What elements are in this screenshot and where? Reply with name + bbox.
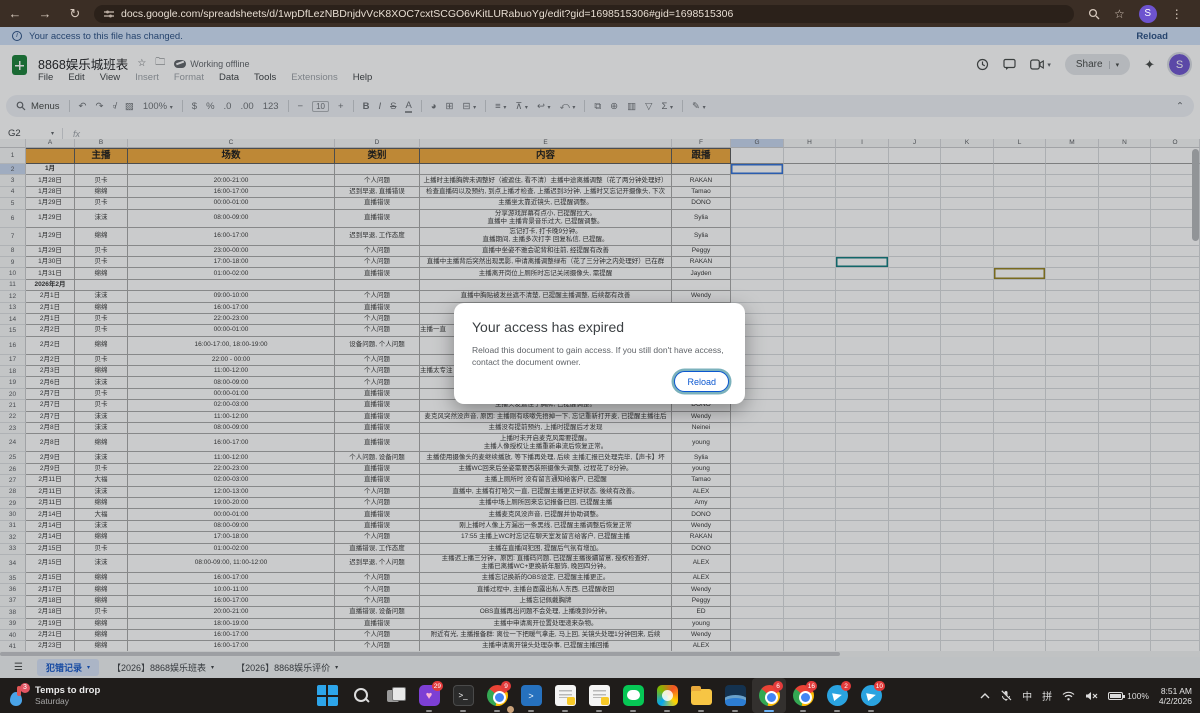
terminal-taskbar-icon[interactable]: >_ bbox=[446, 678, 480, 713]
screen: ← → ↻ docs.google.com/spreadsheets/d/1wp… bbox=[0, 0, 1200, 713]
folder-icon bbox=[691, 689, 712, 705]
zoom-search-icon[interactable] bbox=[1088, 8, 1100, 20]
terminal-icon: >_ bbox=[453, 685, 474, 706]
dialog-reload-button[interactable]: Reload bbox=[674, 371, 729, 392]
start-icon bbox=[317, 685, 338, 706]
bookmark-star-icon[interactable]: ☆ bbox=[1114, 7, 1125, 21]
telegram-taskbar-icon[interactable]: 2 bbox=[820, 678, 854, 713]
battery-indicator[interactable]: 100% bbox=[1108, 691, 1149, 701]
folder-taskbar-icon[interactable] bbox=[684, 678, 718, 713]
running-indicator bbox=[630, 710, 636, 712]
running-indicator bbox=[528, 710, 534, 712]
browser-toolbar: ← → ↻ docs.google.com/spreadsheets/d/1wp… bbox=[0, 0, 1200, 27]
mic-muted-icon[interactable] bbox=[1000, 690, 1012, 702]
powershell-taskbar-icon[interactable]: > bbox=[514, 678, 548, 713]
doc-icon bbox=[589, 685, 610, 706]
dialog-body: Reload this document to gain access. If … bbox=[472, 344, 724, 368]
photos-icon bbox=[725, 685, 746, 706]
battery-percent: 100% bbox=[1127, 691, 1149, 701]
notification-badge: 10 bbox=[874, 681, 885, 691]
weather-headline: Temps to drop bbox=[35, 686, 100, 696]
weather-badge: 3 bbox=[20, 683, 30, 693]
dialog-title: Your access has expired bbox=[472, 319, 727, 335]
running-indicator bbox=[426, 710, 432, 712]
tray-date: 4/2/2026 bbox=[1159, 696, 1192, 706]
doc-taskbar-icon[interactable] bbox=[582, 678, 616, 713]
running-indicator bbox=[764, 710, 774, 712]
chrome-taskbar-icon[interactable]: 9 bbox=[480, 678, 514, 713]
chat-taskbar-icon[interactable]: ♥29 bbox=[412, 678, 446, 713]
tray-chevron-icon[interactable] bbox=[980, 692, 990, 700]
running-indicator bbox=[596, 710, 602, 712]
system-tray: 中 拼 100% 8:51 AM 4/2/2026 bbox=[980, 678, 1192, 713]
ime-mode-indicator[interactable]: 拼 bbox=[1042, 688, 1052, 703]
powershell-icon: > bbox=[521, 685, 542, 706]
access-expired-dialog: Your access has expired Reload this docu… bbox=[454, 303, 745, 404]
doc-taskbar-icon[interactable] bbox=[548, 678, 582, 713]
infobar-text: Your access to this file has changed. bbox=[29, 31, 183, 42]
weather-subtitle: Saturday bbox=[35, 696, 100, 706]
info-icon: i bbox=[12, 31, 22, 41]
wifi-icon[interactable] bbox=[1062, 691, 1075, 701]
profile-avatar-dot bbox=[506, 705, 515, 713]
telegram-taskbar-icon[interactable]: 10 bbox=[854, 678, 888, 713]
taskview-taskbar-icon[interactable] bbox=[378, 678, 412, 713]
search-taskbar-icon[interactable] bbox=[344, 678, 378, 713]
weather-widget[interactable]: 3 Temps to drop Saturday bbox=[8, 686, 198, 706]
chrome-taskbar-icon[interactable]: 16 bbox=[786, 678, 820, 713]
running-indicator bbox=[664, 710, 670, 712]
notification-badge: 29 bbox=[432, 681, 443, 691]
notification-badge: 2 bbox=[841, 681, 851, 691]
running-indicator bbox=[562, 710, 568, 712]
site-info-icon[interactable] bbox=[104, 9, 114, 19]
notification-badge: 16 bbox=[806, 681, 817, 691]
reload-icon[interactable]: ↻ bbox=[60, 6, 90, 22]
doc-icon bbox=[555, 685, 576, 706]
copilot-taskbar-icon[interactable] bbox=[650, 678, 684, 713]
volume-muted-icon[interactable] bbox=[1085, 691, 1098, 701]
start-taskbar-icon[interactable] bbox=[310, 678, 344, 713]
search-icon bbox=[351, 685, 372, 706]
browser-menu-icon[interactable]: ⋮ bbox=[1171, 7, 1183, 21]
running-indicator bbox=[868, 710, 874, 712]
taskview-icon bbox=[385, 685, 406, 706]
sheets-app: 8868娱乐城班表 ☆ 🗀 Working offline FileEditVi… bbox=[0, 45, 1200, 678]
running-indicator bbox=[698, 710, 704, 712]
infobar-reload-link[interactable]: Reload bbox=[1136, 31, 1168, 42]
access-changed-infobar: i Your access to this file has changed. … bbox=[0, 27, 1200, 45]
address-bar[interactable]: docs.google.com/spreadsheets/d/1wpDfLezN… bbox=[94, 5, 1074, 23]
tray-time: 8:51 AM bbox=[1161, 686, 1192, 696]
running-indicator bbox=[834, 710, 840, 712]
thermometer-icon: 3 bbox=[8, 686, 28, 706]
taskbar-apps: ♥29 >_ 9 >6 16 2 10 bbox=[310, 678, 888, 713]
notification-badge: 6 bbox=[773, 681, 783, 691]
chrome-taskbar-icon[interactable]: 6 bbox=[752, 678, 786, 713]
line-icon bbox=[623, 685, 644, 706]
running-indicator bbox=[494, 710, 500, 712]
copilot-icon bbox=[657, 685, 678, 706]
line-taskbar-icon[interactable] bbox=[616, 678, 650, 713]
forward-icon[interactable]: → bbox=[30, 6, 60, 21]
clock-widget[interactable]: 8:51 AM 4/2/2026 bbox=[1159, 686, 1192, 706]
running-indicator bbox=[800, 710, 806, 712]
battery-icon bbox=[1108, 692, 1123, 700]
photos-taskbar-icon[interactable] bbox=[718, 678, 752, 713]
back-icon[interactable]: ← bbox=[0, 6, 30, 21]
notification-badge: 9 bbox=[501, 681, 511, 691]
taskbar: 3 Temps to drop Saturday ♥29 >_ 9 >6 16 2 10 中… bbox=[0, 678, 1200, 713]
running-indicator bbox=[460, 710, 466, 712]
ime-language-indicator[interactable]: 中 bbox=[1022, 688, 1032, 703]
browser-avatar[interactable]: S bbox=[1139, 5, 1157, 23]
url-text: docs.google.com/spreadsheets/d/1wpDfLezN… bbox=[121, 8, 733, 20]
running-indicator bbox=[732, 710, 738, 712]
